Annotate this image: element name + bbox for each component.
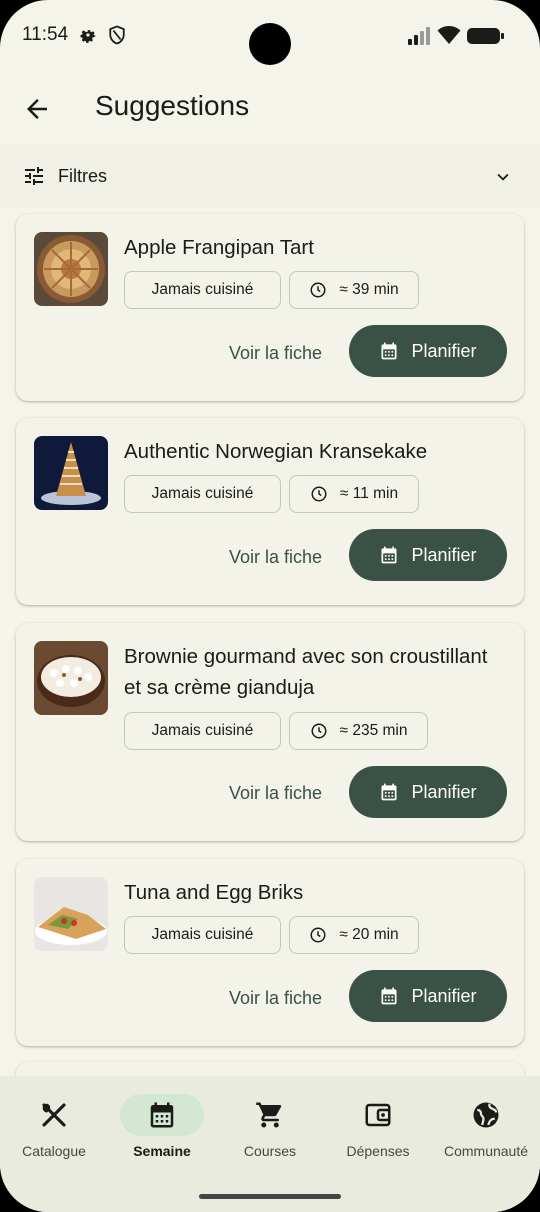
view-recipe-button[interactable]: Voir la fiche (229, 343, 322, 364)
plan-button-label: Planifier (411, 781, 477, 802)
filters-label: Filtres (58, 166, 107, 186)
plan-button[interactable]: Planifier (349, 766, 507, 818)
tune-icon (22, 164, 46, 193)
status-chip-label: Jamais cuisiné (151, 722, 254, 739)
chevron-down-icon (492, 166, 514, 193)
duration-chip: ≈ 20 min (289, 916, 419, 954)
duration-label: ≈ 235 min (339, 722, 408, 739)
recipe-title: Brownie gourmand avec son croustillant e… (124, 645, 488, 699)
recipe-thumbnail (34, 641, 108, 715)
status-chip: Jamais cuisiné (124, 271, 281, 309)
duration-chip: ≈ 11 min (289, 475, 419, 513)
globe-icon (471, 1100, 501, 1130)
cart-icon (255, 1100, 285, 1130)
view-recipe-button[interactable]: Voir la fiche (229, 547, 322, 568)
recipe-title: Tuna and Egg Briks (124, 881, 304, 904)
nav-label: Semaine (133, 1143, 191, 1159)
duration-label: ≈ 11 min (339, 485, 399, 502)
battery-icon (467, 27, 505, 50)
plan-button-label: Planifier (411, 544, 477, 565)
calendar-icon (381, 546, 397, 564)
status-chip: Jamais cuisiné (124, 916, 281, 954)
wifi-icon (437, 25, 461, 50)
view-recipe-button[interactable]: Voir la fiche (229, 988, 322, 1009)
status-chip-label: Jamais cuisiné (151, 926, 254, 943)
calendar-icon (381, 342, 397, 360)
duration-chip: ≈ 39 min (289, 271, 419, 309)
nav-item-communaute[interactable]: Communauté (432, 1076, 540, 1186)
home-indicator[interactable] (199, 1194, 341, 1199)
duration-chip: ≈ 235 min (289, 712, 428, 750)
shield-icon (108, 25, 126, 50)
recipe-thumbnail (34, 877, 108, 951)
recipe-card[interactable]: Authentic Norwegian Kransekake Jamais cu… (16, 418, 524, 605)
nav-label: Communauté (443, 1143, 529, 1159)
wallet-icon (363, 1100, 393, 1130)
filters-toggle[interactable]: Filtres (0, 144, 540, 208)
clock-icon (310, 282, 326, 298)
recipe-thumbnail (34, 232, 108, 306)
nav-item-depenses[interactable]: Dépenses (324, 1076, 432, 1186)
settings-icon (78, 25, 98, 50)
duration-label: ≈ 39 min (339, 281, 399, 298)
nav-item-courses[interactable]: Courses (216, 1076, 324, 1186)
plan-button-label: Planifier (411, 985, 477, 1006)
recipe-title: Apple Frangipan Tart (124, 236, 314, 259)
recipe-card[interactable]: Tuna and Egg Briks Jamais cuisiné ≈ 20 m… (16, 859, 524, 1046)
nav-label: Catalogue (22, 1143, 86, 1159)
status-chip: Jamais cuisiné (124, 475, 281, 513)
status-chip-label: Jamais cuisiné (151, 281, 254, 298)
signal-icon (407, 27, 431, 50)
plan-button[interactable]: Planifier (349, 970, 507, 1022)
clock-icon (311, 486, 327, 502)
nav-item-catalogue[interactable]: Catalogue (0, 1076, 108, 1186)
plan-button-label: Planifier (411, 340, 477, 361)
back-arrow-icon[interactable] (22, 94, 52, 124)
bottom-navigation: Catalogue Semaine Courses Dépenses Commu… (0, 1076, 540, 1212)
calendar-icon (381, 783, 397, 801)
app-bar: Suggestions (0, 72, 540, 144)
nav-label: Dépenses (346, 1143, 410, 1159)
app-screen: 11:54 Suggestions Filtres Apple Frangipa… (0, 0, 540, 1212)
recipe-thumbnail (34, 436, 108, 510)
calendar-icon (381, 987, 397, 1005)
page-title: Suggestions (95, 90, 250, 121)
utensils-icon (39, 1100, 69, 1130)
plan-button[interactable]: Planifier (349, 325, 507, 377)
status-bar: 11:54 (0, 0, 540, 72)
status-chip-label: Jamais cuisiné (151, 485, 254, 502)
nav-label: Courses (243, 1143, 297, 1159)
plan-button[interactable]: Planifier (349, 529, 507, 581)
clock-icon (311, 723, 327, 739)
status-chip: Jamais cuisiné (124, 712, 281, 750)
calendar-icon (147, 1100, 177, 1130)
status-time: 11:54 (22, 24, 69, 45)
camera-cutout (249, 23, 291, 65)
recipe-title: Authentic Norwegian Kransekake (124, 440, 428, 463)
nav-item-semaine[interactable]: Semaine (108, 1076, 216, 1186)
duration-label: ≈ 20 min (339, 926, 399, 943)
recipe-card[interactable]: Apple Frangipan Tart Jamais cuisiné ≈ 39… (16, 214, 524, 401)
clock-icon (310, 927, 326, 943)
recipe-card[interactable]: Brownie gourmand avec son croustillant e… (16, 623, 524, 841)
view-recipe-button[interactable]: Voir la fiche (229, 783, 322, 804)
